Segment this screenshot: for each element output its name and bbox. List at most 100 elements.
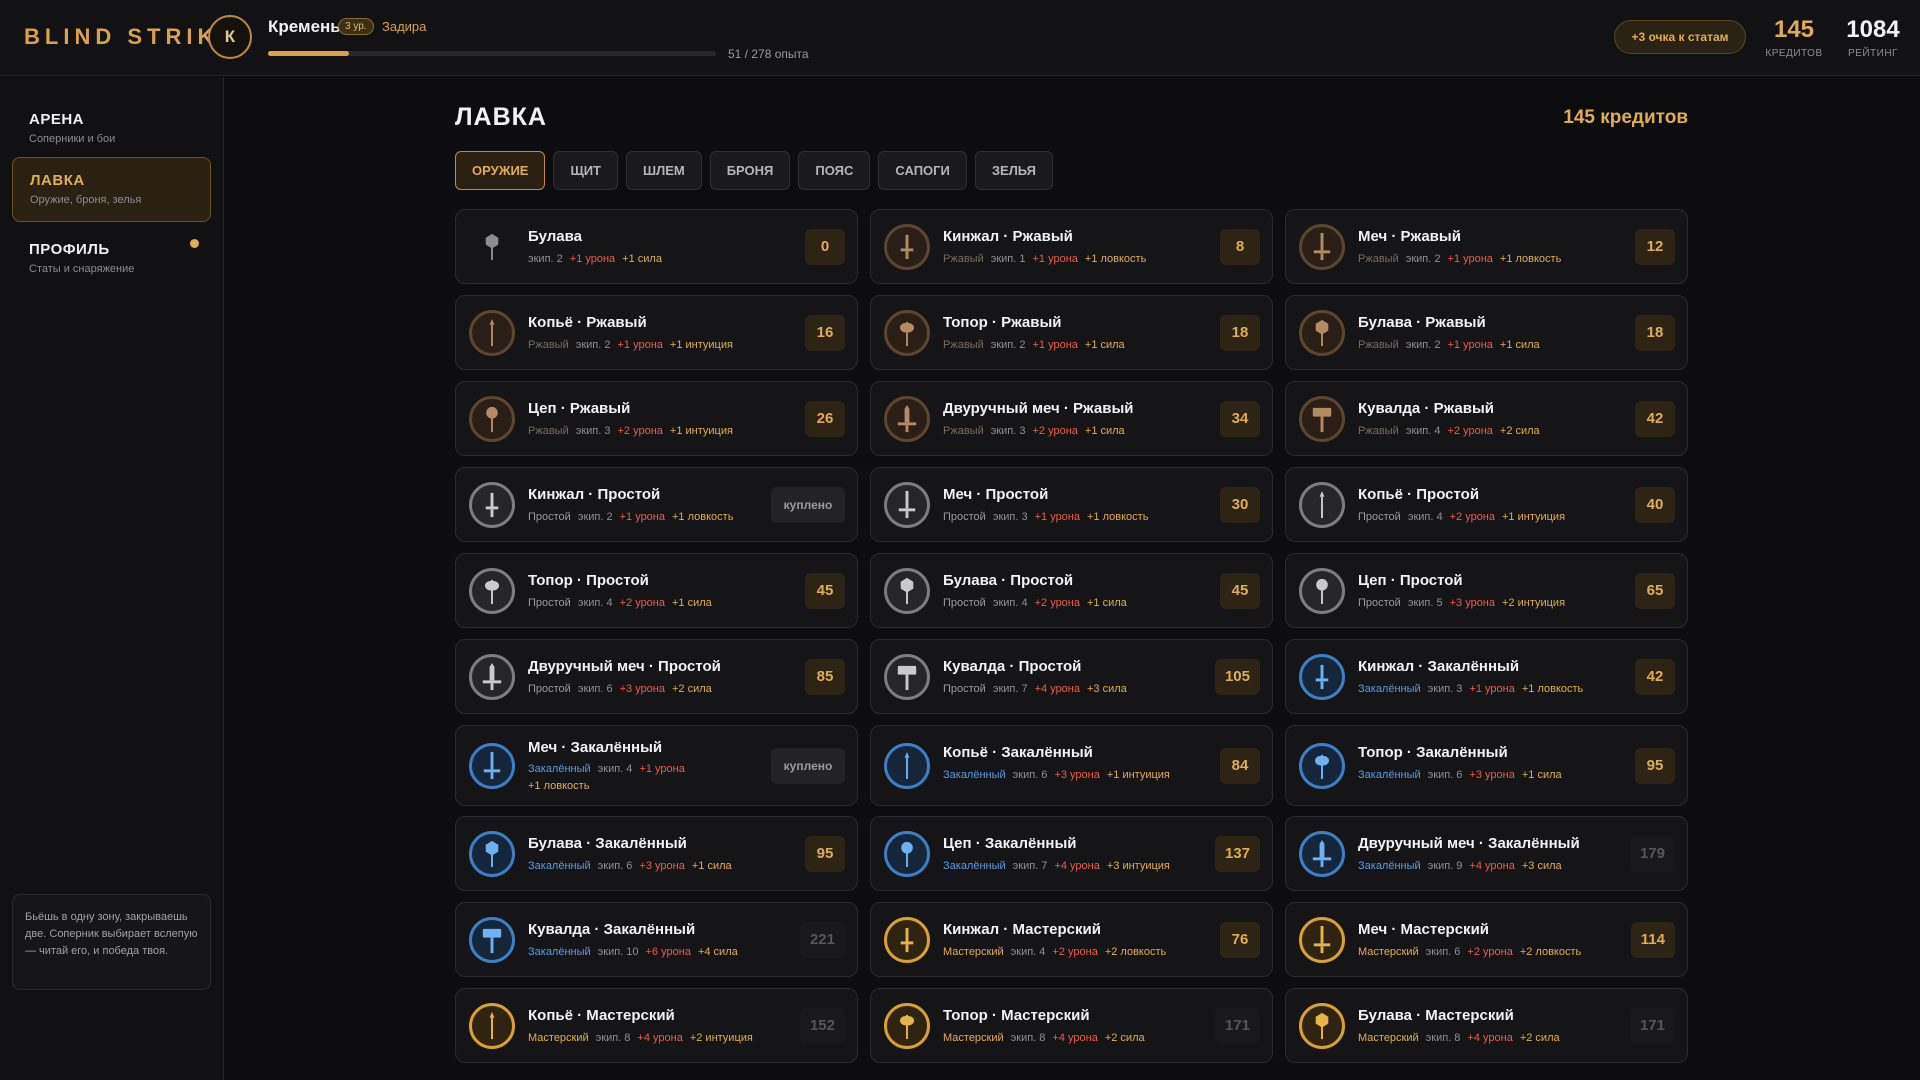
- buy-price-button[interactable]: 26: [805, 400, 845, 437]
- item-tier: Мастерский: [943, 946, 1004, 958]
- item-stat-bonus: +1 сила: [1521, 769, 1562, 781]
- item-meta: Мастерский экип. 8 +4 урона +2 интуиция: [528, 1030, 778, 1047]
- mace-icon: [469, 224, 515, 270]
- tab-potions[interactable]: ЗЕЛЬЯ: [974, 151, 1054, 190]
- item-requirement: экип. 6: [1427, 769, 1463, 781]
- tab-armor[interactable]: БРОНЯ: [709, 151, 791, 190]
- buy-price-button[interactable]: 34: [1220, 400, 1260, 437]
- shop-item-card[interactable]: Меч · Закалённый Закалённый экип. 4 +1 урон…: [455, 725, 858, 806]
- app-logo[interactable]: BLIND STRIKE: [24, 24, 238, 50]
- buy-price-button[interactable]: 85: [805, 658, 845, 695]
- buy-price-button[interactable]: 95: [1635, 747, 1675, 784]
- item-tier: Простой: [1358, 511, 1401, 523]
- shop-item-card[interactable]: Двуручный меч · Ржавый Ржавый экип. 3 +2 ур…: [870, 381, 1273, 456]
- shop-item-card[interactable]: Топор · Мастерский Мастерский экип. 8 +4 ур…: [870, 988, 1273, 1063]
- shop-item-card[interactable]: Кувалда · Закалённый Закалённый экип. 10 +6…: [455, 902, 858, 977]
- hammer-icon: [469, 916, 515, 963]
- buy-price-button[interactable]: 65: [1635, 572, 1675, 609]
- shop-item-card[interactable]: Копьё · Простой Простой экип. 4 +2 урона +1 …: [1285, 467, 1688, 542]
- shop-item-card[interactable]: Булава · Простой Простой экип. 4 +2 урона +1…: [870, 553, 1273, 628]
- shop-item-card[interactable]: Цеп · Ржавый Ржавый экип. 3 +2 урона +1 инту…: [455, 381, 858, 456]
- shop-item-card[interactable]: Копьё · Ржавый Ржавый экип. 2 +1 урона +1 ин…: [455, 295, 858, 370]
- item-meta: Простой экип. 4 +2 урона +1 сила: [943, 595, 1193, 612]
- sidebar-item-profile[interactable]: ПРОФИЛЬ Статы и снаряжение: [12, 227, 211, 292]
- item-meta: Ржавый экип. 1 +1 урона +1 ловкость: [943, 251, 1193, 268]
- item-meta: Простой экип. 4 +2 урона +1 интуиция: [1358, 509, 1608, 526]
- item-meta: Ржавый экип. 3 +2 урона +1 сила: [943, 423, 1193, 440]
- item-stat-bonus: +1 ловкость: [672, 511, 734, 523]
- shop-item-card[interactable]: Двуручный меч · Закалённый Закалённый экип…: [1285, 816, 1688, 891]
- buy-price-button[interactable]: 8: [1220, 228, 1260, 265]
- item-damage-bonus: +2 урона: [619, 597, 665, 609]
- buy-price-button: 152: [799, 1007, 845, 1044]
- shop-item-card[interactable]: Топор · Закалённый Закалённый экип. 6 +3 ур…: [1285, 725, 1688, 806]
- item-requirement: экип. 8: [1425, 1032, 1461, 1044]
- shop-item-card[interactable]: Кинжал · Простой Простой экип. 2 +1 урона +1…: [455, 467, 858, 542]
- item-damage-bonus: +1 урона: [1447, 253, 1493, 265]
- buy-price-button[interactable]: 45: [805, 572, 845, 609]
- buy-price-button[interactable]: 16: [805, 314, 845, 351]
- shop-item-card[interactable]: Кувалда · Простой Простой экип. 7 +4 урона +…: [870, 639, 1273, 714]
- spear-icon: [469, 1002, 515, 1049]
- buy-price-button[interactable]: 18: [1220, 314, 1260, 351]
- item-stat-bonus: +2 сила: [1104, 1032, 1145, 1044]
- shop-item-card[interactable]: Цеп · Простой Простой экип. 5 +3 урона +2 ин…: [1285, 553, 1688, 628]
- shop-item-card[interactable]: Булава · Мастерский Мастерский экип. 8 +4 у…: [1285, 988, 1688, 1063]
- tab-weapons[interactable]: ОРУЖИЕ: [455, 151, 546, 190]
- buy-price-button[interactable]: 105: [1214, 658, 1260, 695]
- notification-dot: [190, 239, 199, 248]
- shop-item-card[interactable]: Булава · Ржавый Ржавый экип. 2 +1 урона +1 с…: [1285, 295, 1688, 370]
- shop-item-card[interactable]: Кинжал · Мастерский Мастерский экип. 4 +2 у…: [870, 902, 1273, 977]
- tab-boots[interactable]: САПОГИ: [878, 151, 967, 190]
- sidebar-item-arena[interactable]: АРЕНА Соперники и бои: [12, 97, 211, 162]
- shop-item-card[interactable]: Кинжал · Закалённый Закалённый экип. 3 +1 у…: [1285, 639, 1688, 714]
- flail-icon: [469, 395, 515, 442]
- sidebar-item-shop[interactable]: ЛАВКА Оружие, броня, зелья: [12, 157, 211, 222]
- avatar[interactable]: К: [208, 15, 252, 59]
- buy-price-button[interactable]: 95: [805, 835, 845, 872]
- tab-helmet[interactable]: ШЛЕМ: [626, 151, 702, 190]
- shop-item-card[interactable]: Копьё · Мастерский Мастерский экип. 8 +4 ур…: [455, 988, 858, 1063]
- buy-price-button: 179: [1629, 835, 1675, 872]
- shop-item-card[interactable]: Копьё · Закалённый Закалённый экип. 6 +3 ур…: [870, 725, 1273, 806]
- stat-points-button[interactable]: +3 очка к статам: [1614, 20, 1746, 54]
- buy-price-button[interactable]: 40: [1635, 486, 1675, 523]
- item-requirement: экип. 4: [1010, 946, 1046, 958]
- buy-price-button[interactable]: 42: [1635, 658, 1675, 695]
- credits-value: 145: [1773, 16, 1815, 43]
- item-name: Кинжал · Простой: [528, 486, 661, 503]
- item-damage-bonus: +3 урона: [1469, 769, 1515, 781]
- shop-item-card[interactable]: Цеп · Закалённый Закалённый экип. 7 +4 урон…: [870, 816, 1273, 891]
- shop-item-card[interactable]: Двуручный меч · Простой Простой экип. 6 +3 …: [455, 639, 858, 714]
- buy-price-button[interactable]: 45: [1220, 572, 1260, 609]
- dagger-icon: [884, 916, 930, 963]
- buy-price-button[interactable]: 137: [1214, 835, 1260, 872]
- buy-price-button[interactable]: 76: [1220, 921, 1260, 958]
- shop-item-card[interactable]: Булава экип. 2 +1 урона +1 сила 0: [455, 209, 858, 284]
- shop-item-card[interactable]: Кинжал · Ржавый Ржавый экип. 1 +1 урона +1 л…: [870, 209, 1273, 284]
- xp-text: 51 / 278 опыта: [728, 47, 809, 61]
- buy-price-button[interactable]: 0: [805, 228, 845, 265]
- tab-shield[interactable]: ЩИТ: [553, 151, 619, 190]
- item-name: Копьё · Простой: [1358, 486, 1480, 503]
- item-stat-bonus: +1 интуиция: [1502, 511, 1566, 523]
- buy-price-button[interactable]: 30: [1220, 486, 1260, 523]
- buy-price-button[interactable]: 18: [1635, 314, 1675, 351]
- shop-item-card[interactable]: Топор · Простой Простой экип. 4 +2 урона +1 …: [455, 553, 858, 628]
- shop-item-card[interactable]: Меч · Мастерский Мастерский экип. 6 +2 урон…: [1285, 902, 1688, 977]
- item-damage-bonus: +3 урона: [1449, 597, 1495, 609]
- buy-price-button[interactable]: 84: [1220, 747, 1260, 784]
- item-tier: Простой: [528, 511, 571, 523]
- shop-item-card[interactable]: Меч · Простой Простой экип. 3 +1 урона +1 ло…: [870, 467, 1273, 542]
- shop-item-card[interactable]: Топор · Ржавый Ржавый экип. 2 +1 урона +1 си…: [870, 295, 1273, 370]
- buy-price-button[interactable]: 12: [1635, 228, 1675, 265]
- item-requirement: экип. 8: [1010, 1032, 1046, 1044]
- buy-price-button[interactable]: 42: [1635, 400, 1675, 437]
- item-requirement: экип. 5: [1407, 597, 1443, 609]
- item-stat-bonus: +1 сила: [1084, 339, 1125, 351]
- tab-belt[interactable]: ПОЯС: [798, 151, 871, 190]
- buy-price-button[interactable]: 114: [1630, 921, 1675, 958]
- shop-item-card[interactable]: Меч · Ржавый Ржавый экип. 2 +1 урона +1 ловк…: [1285, 209, 1688, 284]
- shop-item-card[interactable]: Кувалда · Ржавый Ржавый экип. 4 +2 урона +2 …: [1285, 381, 1688, 456]
- shop-item-card[interactable]: Булава · Закалённый Закалённый экип. 6 +3 у…: [455, 816, 858, 891]
